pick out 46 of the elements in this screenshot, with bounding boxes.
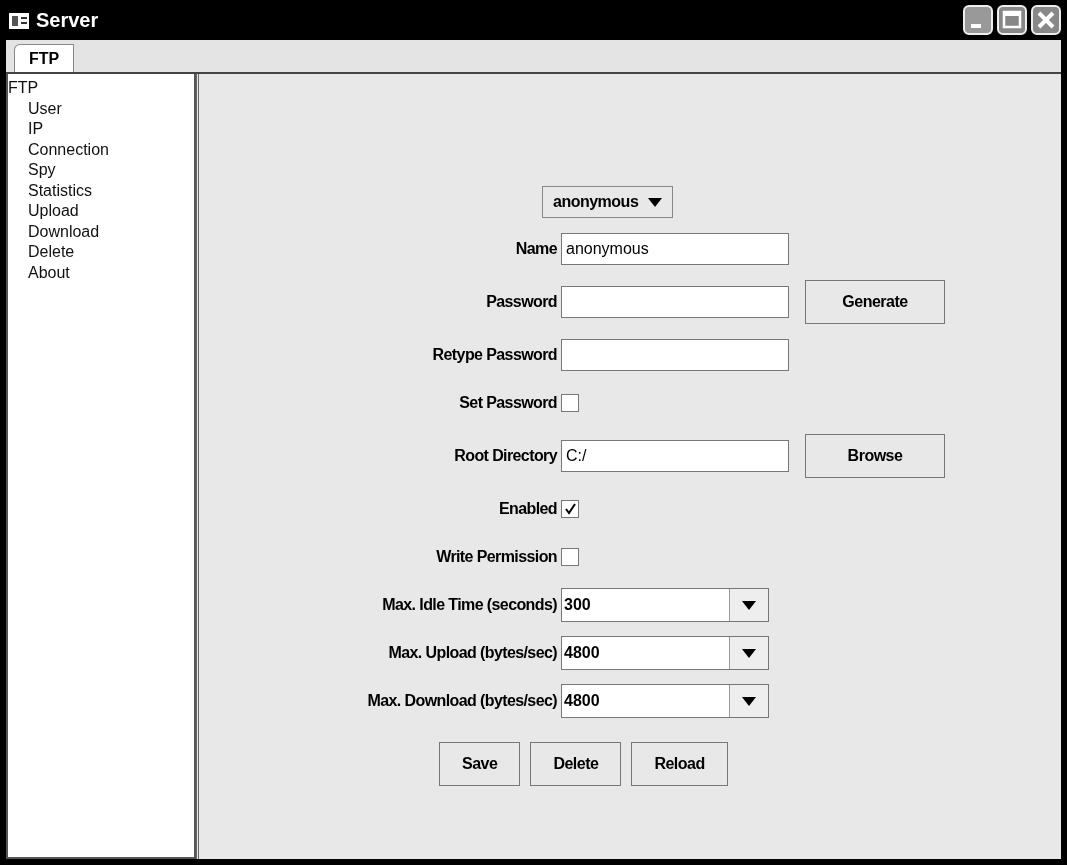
checkbox[interactable]: [561, 500, 579, 518]
field-label: Root Directory: [454, 447, 559, 465]
field-label: Name: [515, 240, 558, 258]
tree-item[interactable]: User: [8, 98, 194, 119]
window-title: Server: [36, 8, 99, 32]
tree-item[interactable]: Download: [8, 221, 194, 242]
tab[interactable]: FTP: [14, 44, 75, 72]
field-label: Password: [486, 293, 558, 311]
action-button[interactable]: Save: [439, 742, 521, 786]
checkbox[interactable]: [561, 394, 579, 412]
tree-item[interactable]: Connection: [8, 139, 194, 160]
field-label: Enabled: [498, 500, 558, 518]
caret-icon: [742, 600, 756, 610]
dropdown[interactable]: 4800: [561, 636, 769, 670]
tree-item[interactable]: About: [8, 262, 194, 283]
caret-icon: [648, 197, 663, 207]
input-field[interactable]: anonymous: [561, 233, 789, 265]
input-field[interactable]: [561, 339, 789, 371]
field-label: Write Permission: [436, 548, 558, 566]
minimize-icon[interactable]: [963, 5, 993, 35]
action-button[interactable]: Browse: [805, 434, 945, 478]
checkbox[interactable]: [561, 548, 579, 566]
input-field[interactable]: [561, 286, 789, 318]
dropdown[interactable]: 4800: [561, 684, 769, 718]
tree-item[interactable]: Statistics: [8, 180, 194, 201]
action-button[interactable]: Reload: [631, 742, 728, 786]
tree-item[interactable]: IP: [8, 119, 194, 140]
field-label: Max. Upload (bytes/sec): [388, 644, 558, 662]
tree-item[interactable]: Delete: [8, 242, 194, 263]
action-button[interactable]: Delete: [530, 742, 622, 786]
user-dropdown[interactable]: anonymous: [542, 186, 674, 218]
caret-icon: [742, 696, 756, 706]
tree-item[interactable]: Spy: [8, 160, 194, 181]
input-field[interactable]: C:/: [561, 440, 789, 472]
field-label: Max. Download (bytes/sec): [367, 692, 558, 710]
field-label: Retype Password: [432, 346, 558, 364]
field-label: Max. Idle Time (seconds): [382, 596, 558, 614]
tree-item[interactable]: FTP: [8, 78, 194, 99]
tree-item[interactable]: Upload: [8, 201, 194, 222]
field-label: Set Password: [459, 394, 558, 412]
dropdown[interactable]: 300: [561, 588, 769, 622]
action-button[interactable]: Generate: [805, 280, 945, 324]
caret-icon: [742, 648, 756, 658]
close-icon[interactable]: [1031, 5, 1061, 35]
server-icon: [8, 10, 30, 30]
maximize-icon[interactable]: [997, 5, 1027, 35]
